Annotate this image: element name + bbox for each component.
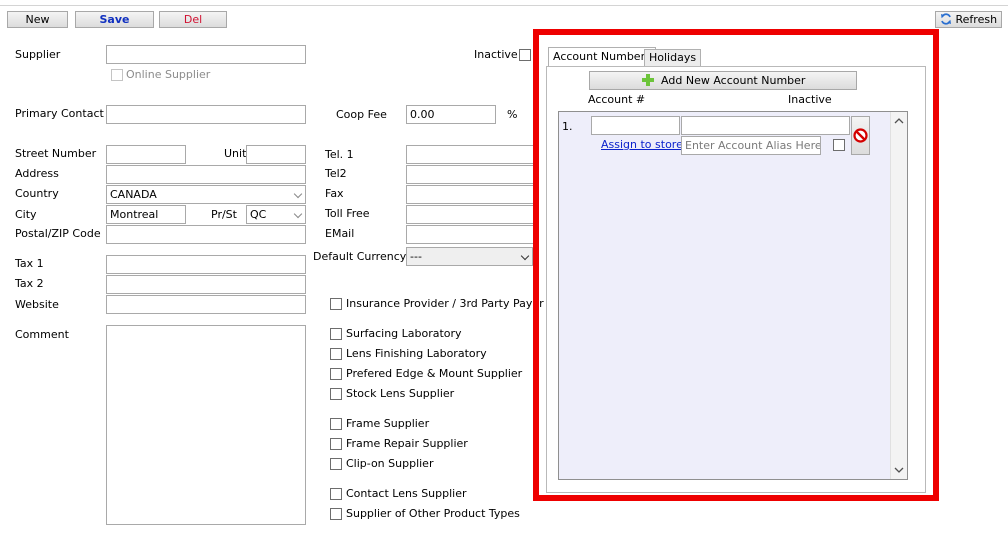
website-label: Website: [15, 298, 59, 311]
tab-holidays[interactable]: Holidays: [644, 49, 702, 67]
supplier-label: Supplier: [15, 48, 61, 61]
supplier-type-label: Prefered Edge & Mount Supplier: [346, 367, 523, 380]
account-inactive-checkbox[interactable]: [833, 139, 845, 151]
inactive-checkbox[interactable]: [519, 49, 531, 61]
unit-input[interactable]: [246, 145, 306, 164]
refresh-label: Refresh: [955, 13, 998, 26]
default-currency-select[interactable]: ---: [406, 247, 533, 266]
scroll-up-icon[interactable]: [894, 117, 904, 125]
supplier-type-label: Lens Finishing Laboratory: [346, 347, 487, 360]
tel2-label: Tel2: [325, 167, 347, 180]
supplier-type-checkbox[interactable]: [330, 368, 342, 380]
tax1-label: Tax 1: [15, 257, 44, 270]
comment-textarea[interactable]: [106, 325, 306, 525]
account-number-input[interactable]: [591, 116, 680, 135]
default-currency-label: Default Currency: [313, 250, 407, 263]
scroll-down-icon[interactable]: [894, 466, 904, 474]
primary-contact-label: Primary Contact: [15, 107, 104, 120]
tax1-input[interactable]: [106, 255, 306, 274]
supplier-type-label: Insurance Provider / 3rd Party Payer: [346, 297, 544, 310]
tel2-input[interactable]: [406, 165, 536, 184]
supplier-type-checkbox[interactable]: [330, 488, 342, 500]
new-button[interactable]: New: [7, 11, 68, 28]
inactive-column-header: Inactive: [788, 93, 832, 106]
email-input[interactable]: [406, 225, 536, 244]
delete-account-button[interactable]: [851, 116, 870, 155]
supplier-type-label: Stock Lens Supplier: [346, 387, 455, 400]
coop-fee-label: Coop Fee: [336, 108, 387, 121]
tollfree-input[interactable]: [406, 205, 536, 224]
assign-to-stores-link[interactable]: Assign to stores: [601, 138, 689, 151]
tollfree-label: Toll Free: [325, 207, 370, 220]
tel1-input[interactable]: [406, 145, 536, 164]
supplier-type-label: Surfacing Laboratory: [346, 327, 462, 340]
primary-contact-input[interactable]: [106, 105, 306, 124]
online-supplier-checkbox[interactable]: [111, 69, 123, 81]
prst-select[interactable]: QC: [246, 205, 306, 224]
refresh-button[interactable]: Refresh: [935, 11, 1002, 28]
account-row-index: 1.: [562, 120, 573, 133]
account-second-input[interactable]: [681, 116, 850, 135]
supplier-type-checkbox[interactable]: [330, 438, 342, 450]
default-currency-value: ---: [410, 250, 422, 263]
supplier-input[interactable]: [106, 45, 306, 64]
fax-input[interactable]: [406, 185, 536, 204]
supplier-type-checkbox[interactable]: [330, 348, 342, 360]
refresh-icon: [941, 13, 951, 25]
country-label: Country: [15, 187, 59, 200]
city-label: City: [15, 208, 37, 221]
supplier-type-checkbox[interactable]: [330, 458, 342, 470]
delete-button[interactable]: Del: [159, 11, 227, 28]
coop-fee-input[interactable]: 0.00: [406, 105, 496, 124]
email-label: EMail: [325, 227, 355, 240]
city-input[interactable]: Montreal: [106, 205, 186, 224]
add-account-label: Add New Account Number: [661, 74, 806, 87]
postal-label: Postal/ZIP Code: [15, 227, 101, 240]
tab-account-numbers[interactable]: Account Numbers: [548, 47, 656, 67]
postal-input[interactable]: [106, 225, 306, 244]
inactive-label: Inactive: [474, 48, 518, 61]
prst-label: Pr/St: [211, 208, 237, 221]
tel1-label: Tel. 1: [325, 148, 354, 161]
toolbar-separator: [0, 5, 1008, 6]
account-alias-input[interactable]: Enter Account Alias Here: [681, 136, 821, 155]
online-supplier-label: Online Supplier: [126, 68, 211, 81]
supplier-type-label: Contact Lens Supplier: [346, 487, 467, 500]
street-number-input[interactable]: [106, 145, 186, 164]
address-label: Address: [15, 167, 59, 180]
account-column-header: Account #: [588, 93, 646, 106]
country-value: CANADA: [110, 188, 157, 201]
account-list: [558, 111, 908, 480]
country-select[interactable]: CANADA: [106, 185, 306, 204]
supplier-type-checkbox[interactable]: [330, 328, 342, 340]
fax-label: Fax: [325, 187, 344, 200]
tax2-label: Tax 2: [15, 277, 44, 290]
coop-fee-unit: %: [507, 108, 518, 121]
add-account-button[interactable]: Add New Account Number: [589, 71, 857, 90]
supplier-type-label: Clip-on Supplier: [346, 457, 434, 470]
supplier-type-label: Supplier of Other Product Types: [346, 507, 520, 520]
supplier-type-label: Frame Repair Supplier: [346, 437, 468, 450]
supplier-type-checkbox[interactable]: [330, 418, 342, 430]
supplier-type-checkbox[interactable]: [330, 508, 342, 520]
delete-icon: [853, 128, 868, 143]
save-button[interactable]: Save: [75, 11, 154, 28]
supplier-type-checkbox[interactable]: [330, 388, 342, 400]
account-list-scrollbar[interactable]: [890, 112, 907, 479]
plus-icon: [641, 74, 654, 86]
comment-label: Comment: [15, 328, 69, 341]
unit-label: Unit: [224, 147, 247, 160]
website-input[interactable]: [106, 295, 306, 314]
supplier-type-label: Frame Supplier: [346, 417, 430, 430]
address-input[interactable]: [106, 165, 306, 184]
supplier-type-checkbox[interactable]: [330, 298, 342, 310]
tax2-input[interactable]: [106, 275, 306, 294]
prst-value: QC: [250, 208, 267, 221]
street-number-label: Street Number: [15, 147, 97, 160]
